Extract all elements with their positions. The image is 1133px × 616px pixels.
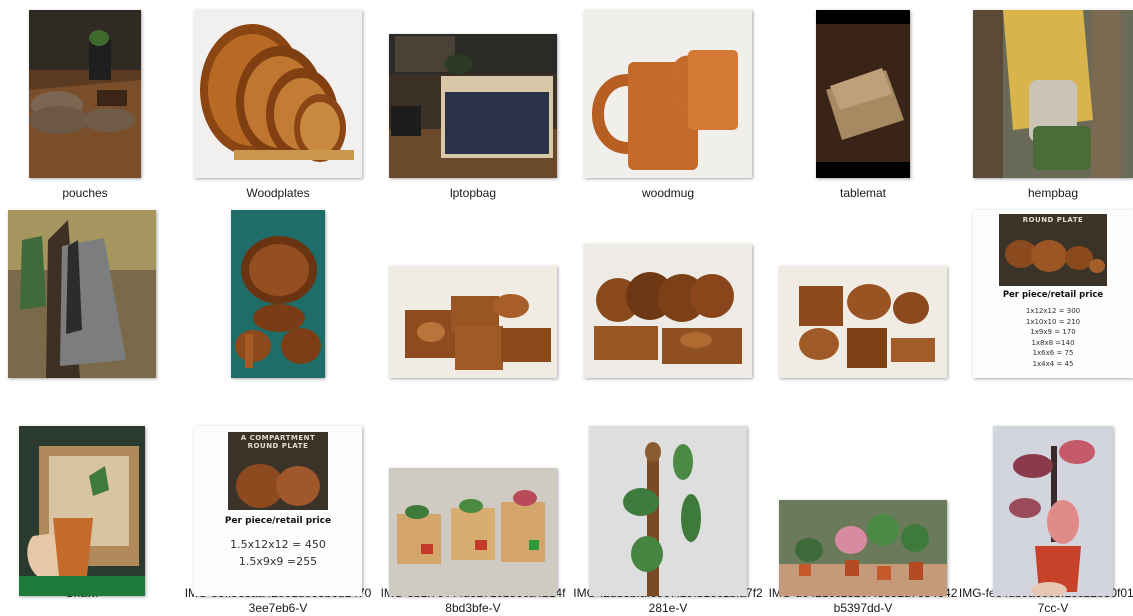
photo-hemp-bag-icon xyxy=(973,10,1133,178)
thumbnail[interactable] xyxy=(8,210,156,378)
photo-plant-stands-icon xyxy=(389,468,557,596)
price-row: 1x4x4 = 45 xyxy=(1032,359,1074,368)
thumbnail[interactable] xyxy=(29,10,141,178)
thumbnail[interactable]: ROUND PLATE Per piece/retail price 1x12x… xyxy=(973,210,1133,378)
photo-shawl-icon xyxy=(8,210,156,378)
photo-wood-set-icon xyxy=(584,244,752,378)
file-label: Woodplates xyxy=(246,186,310,200)
thumbnail[interactable] xyxy=(584,10,752,178)
photo-wood-mug-icon xyxy=(584,10,752,178)
price-row: 1x8x8 =140 xyxy=(1031,338,1075,347)
photo-laptop-bag-icon xyxy=(389,34,557,178)
thumbnail[interactable]: A COMPARTMENT ROUND PLATE Per piece/reta… xyxy=(194,426,362,596)
thumbnail[interactable] xyxy=(194,10,362,178)
thumbnail[interactable] xyxy=(19,426,145,596)
photo-pot-plants-icon xyxy=(779,500,947,596)
price-row: 1x12x12 = 300 xyxy=(1025,307,1081,315)
file-label: tablemat xyxy=(839,186,887,200)
price-row: 1.5x9x9 =255 xyxy=(238,555,318,568)
thumbnail[interactable] xyxy=(589,426,747,596)
thumbnail[interactable] xyxy=(584,244,752,378)
plates-photo xyxy=(999,226,1107,286)
photo-pink-plant-icon xyxy=(993,426,1113,596)
file-label: woodmug xyxy=(641,186,695,200)
price-sheet-header: A COMPARTMENT ROUND PLATE xyxy=(228,432,328,452)
photo-wood-pot-icon xyxy=(19,426,145,596)
photo-compartment-plates-icon xyxy=(236,464,320,508)
price-sheet-title: Per piece/retail price xyxy=(224,516,332,526)
file-label: pouches xyxy=(62,186,108,200)
price-row: 1.5x12x12 = 450 xyxy=(230,538,326,551)
photo-woodplates-icon xyxy=(194,10,362,178)
thumbnail[interactable] xyxy=(389,468,557,596)
price-sheet: A COMPARTMENT ROUND PLATE Per piece/reta… xyxy=(194,426,362,596)
photo-pouches-icon xyxy=(29,10,141,178)
photo-wood-platters-icon xyxy=(779,266,947,378)
photo-round-plates-icon xyxy=(1005,240,1105,273)
price-sheet-title: Per piece/retail price xyxy=(1002,290,1104,300)
thumbnail[interactable] xyxy=(389,266,557,378)
thumbnail[interactable] xyxy=(993,426,1113,596)
thumbnail[interactable] xyxy=(779,266,947,378)
plates-photo: A COMPARTMENT ROUND PLATE xyxy=(228,432,328,510)
photo-tablemat-icon xyxy=(816,10,910,178)
photo-wood-trays-icon xyxy=(389,266,557,378)
thumbnail[interactable] xyxy=(973,10,1133,178)
file-label: hempbag xyxy=(1027,186,1079,200)
thumbnail[interactable] xyxy=(816,10,910,178)
price-row: 1x9x9 = 170 xyxy=(1030,328,1076,336)
price-row: 1x10x10 = 210 xyxy=(1025,317,1081,326)
price-sheet: ROUND PLATE Per piece/retail price 1x12x… xyxy=(973,210,1133,378)
photo-wood-bowls-icon xyxy=(231,210,325,378)
thumbnail[interactable] xyxy=(231,210,325,378)
thumbnail[interactable] xyxy=(389,34,557,178)
file-label: lptopbag xyxy=(449,186,497,200)
thumbnail[interactable] xyxy=(779,500,947,596)
photo-monstera-icon xyxy=(589,426,747,596)
price-sheet-header: ROUND PLATE xyxy=(999,214,1107,226)
price-row: 1x6x6 = 75 xyxy=(1032,349,1074,357)
